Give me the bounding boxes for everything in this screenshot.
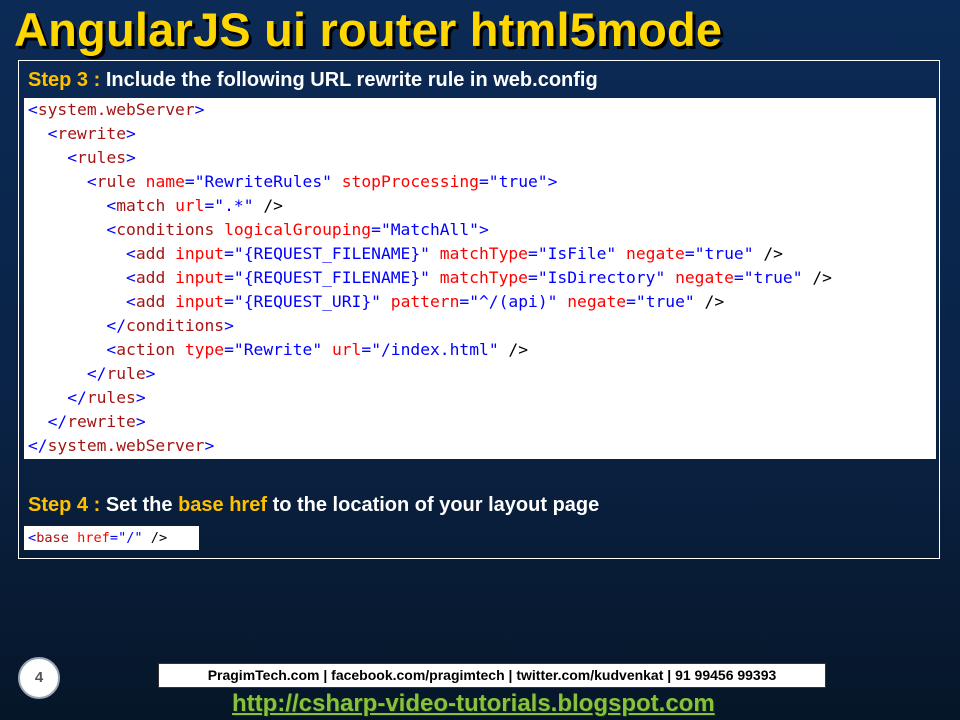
code-line: </rule> <box>86 364 156 383</box>
code-line: </rewrite> <box>47 412 146 431</box>
code-line: </conditions> <box>106 316 234 335</box>
web-config-code-block: <system.webServer> <rewrite> <rules> <ru… <box>24 98 936 459</box>
step3-text: Include the following URL rewrite rule i… <box>105 69 598 91</box>
code-line: <match url=".*" /> <box>106 196 283 215</box>
code-line: <rule name="RewriteRules" stopProcessing… <box>86 172 558 191</box>
code-line: </rules> <box>67 388 146 407</box>
step4-highlight: base href <box>178 494 267 516</box>
step4-heading: Step 4 : Set the base href to the locati… <box>28 494 599 517</box>
page-number-badge: 4 <box>18 657 60 699</box>
step3-heading: Step 3 : Include the following URL rewri… <box>28 69 598 92</box>
code-line: <rules> <box>67 148 136 167</box>
step4-label: Step 4 : <box>28 494 101 516</box>
blog-link[interactable]: http://csharp-video-tutorials.blogspot.c… <box>232 690 715 718</box>
step4-text-before: Set the <box>105 494 173 516</box>
code-line: <system.webServer> <box>28 100 205 119</box>
code-line: <add input="{REQUEST_URI}" pattern="^/(a… <box>126 292 725 311</box>
base-href-code-block: <base href="/" /> <box>24 526 199 550</box>
slide-title: AngularJS ui router html5mode <box>14 3 723 56</box>
code-line: </system.webServer> <box>28 436 215 455</box>
web-config-code: <system.webServer> <rewrite> <rules> <ru… <box>28 98 936 458</box>
code-line: <add input="{REQUEST_FILENAME}" matchTyp… <box>126 268 832 287</box>
step3-label: Step 3 : <box>28 69 101 91</box>
code-line: <action type="Rewrite" url="/index.html"… <box>106 340 529 359</box>
code-line: <conditions logicalGrouping="MatchAll"> <box>106 220 489 239</box>
step4-text-after: to the location of your layout page <box>272 494 600 516</box>
contact-banner: PragimTech.com | facebook.com/pragimtech… <box>158 663 826 688</box>
base-code-line: <base href="/" /> <box>28 530 168 546</box>
code-line: <add input="{REQUEST_FILENAME}" matchTyp… <box>126 244 783 263</box>
code-line: <rewrite> <box>47 124 136 143</box>
base-href-code: <base href="/" /> <box>28 529 199 547</box>
